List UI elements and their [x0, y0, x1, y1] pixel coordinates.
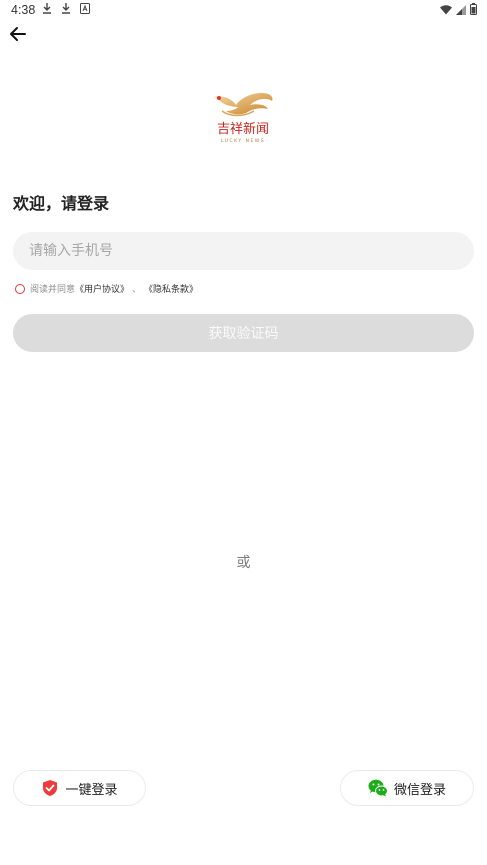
agreement-prefix: 阅读并同意 — [30, 285, 76, 295]
svg-text:LUCKY NEWS: LUCKY NEWS — [221, 138, 265, 144]
arrow-left-icon — [10, 27, 26, 41]
privacy-terms-link[interactable]: 《隐私条款》 — [144, 282, 198, 295]
one-click-login-label: 一键登录 — [65, 782, 118, 798]
wechat-login-button[interactable]: 微信登录 — [340, 770, 474, 806]
status-right-icons — [440, 3, 477, 18]
wechat-login-label: 微信登录 — [393, 782, 446, 798]
shield-check-icon — [43, 780, 58, 796]
phone-input[interactable] — [13, 232, 474, 270]
user-agreement-link[interactable]: 《用户协议》 — [75, 282, 129, 295]
wifi-icon — [440, 4, 452, 18]
download-icon — [61, 3, 71, 18]
or-divider: 或 — [236, 555, 251, 571]
signal-icon — [456, 4, 466, 18]
agree-checkbox[interactable] — [15, 283, 25, 294]
back-button[interactable] — [6, 22, 30, 46]
battery-icon — [470, 3, 477, 18]
get-code-button[interactable]: 获取验证码 — [13, 314, 474, 352]
svg-text:吉祥新闻: 吉祥新闻 — [217, 121, 269, 137]
agreement-separator: 、 — [132, 285, 142, 295]
get-code-label: 获取验证码 — [208, 326, 279, 342]
download-icon — [42, 3, 52, 18]
status-bar: 4:38 — [0, 0, 487, 22]
a-icon — [80, 3, 90, 17]
welcome-title: 欢迎，请登录 — [13, 194, 110, 213]
lucky-news-logo: 吉祥新闻 LUCKY NEWS — [210, 87, 276, 145]
logo-emblem-icon: 吉祥新闻 LUCKY NEWS — [214, 93, 273, 144]
wechat-icon — [368, 779, 388, 797]
status-time: 4:38 — [11, 3, 36, 17]
one-click-login-button[interactable]: 一键登录 — [13, 770, 146, 806]
agreement-row: 阅读并同意 《用户协议》 、 《隐私条款》 — [15, 282, 198, 295]
